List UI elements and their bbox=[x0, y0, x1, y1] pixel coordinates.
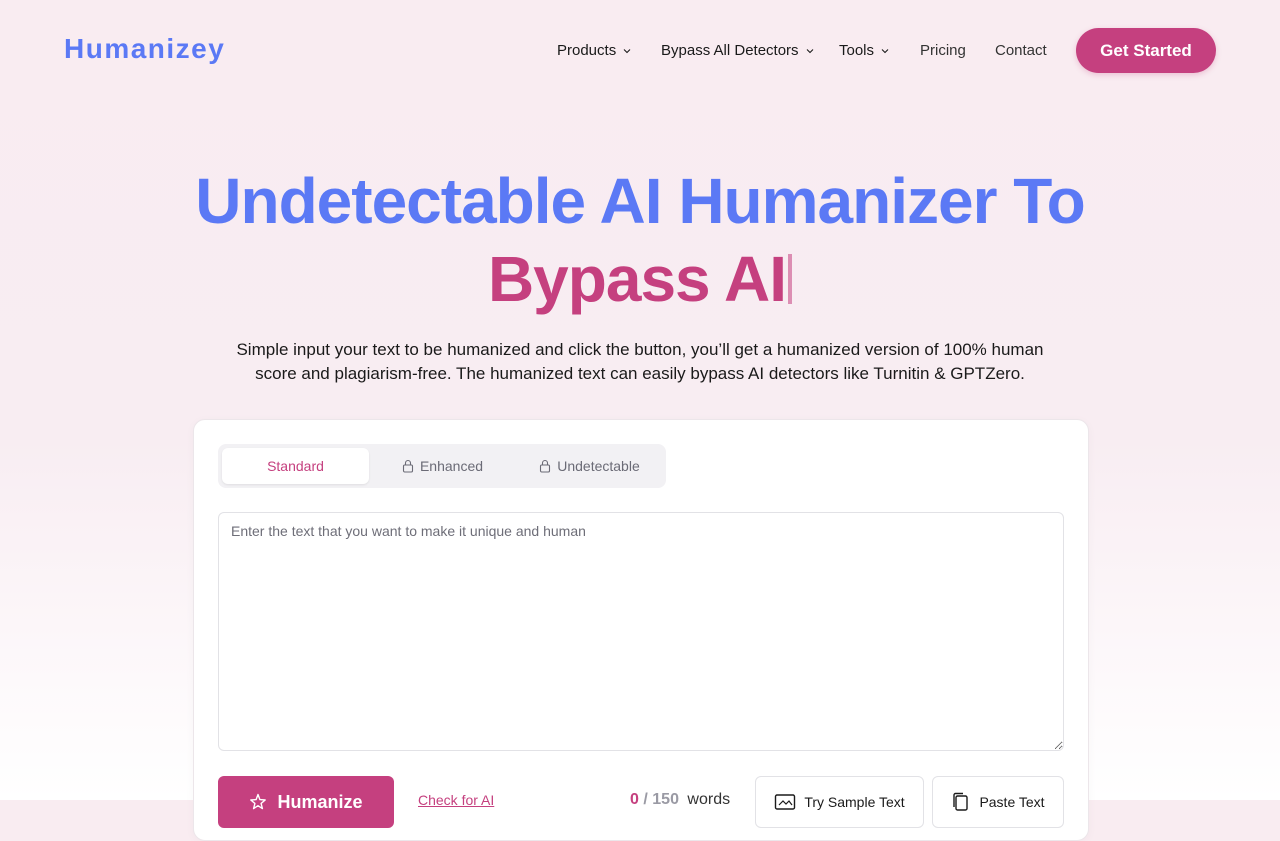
nav-item-bypass-all-detectors[interactable]: Bypass All Detectors bbox=[661, 42, 815, 59]
hero-title-line2: Bypass AI bbox=[0, 240, 1280, 318]
try-sample-text-button[interactable]: Try Sample Text bbox=[755, 776, 924, 828]
try-sample-text-label: Try Sample Text bbox=[804, 794, 905, 810]
typing-cursor bbox=[788, 254, 793, 304]
tab-label: Enhanced bbox=[419, 458, 484, 474]
nav-item-contact[interactable]: Contact bbox=[995, 42, 1047, 59]
chevron-down-icon bbox=[623, 48, 631, 53]
nav-item-products[interactable]: Products bbox=[557, 42, 632, 59]
tab-enhanced[interactable]: Enhanced bbox=[369, 448, 516, 484]
paste-text-button[interactable]: Paste Text bbox=[932, 776, 1064, 828]
chevron-down-icon bbox=[806, 48, 813, 53]
hero-title-line1: Undetectable AI Humanizer To bbox=[195, 165, 1085, 237]
hero-title: Undetectable AI Humanizer To Bypass AI bbox=[0, 162, 1280, 318]
nav-item-label: Contact bbox=[995, 42, 1047, 59]
lock-icon bbox=[402, 459, 414, 473]
hero-subtitle: Simple input your text to be humanized a… bbox=[236, 340, 1044, 383]
nav-item-label: Pricing bbox=[920, 42, 966, 59]
nav-item-label: Bypass All Detectors bbox=[661, 42, 799, 59]
get-started-button[interactable]: Get Started bbox=[1076, 28, 1216, 73]
tab-standard[interactable]: Standard bbox=[222, 448, 369, 484]
text-input[interactable] bbox=[218, 512, 1064, 751]
chevron-down-icon bbox=[881, 48, 889, 53]
nav-item-label: Products bbox=[557, 42, 617, 59]
humanize-button[interactable]: Humanize bbox=[218, 776, 394, 828]
lock-icon bbox=[540, 459, 551, 473]
nav-item-pricing[interactable]: Pricing bbox=[920, 42, 966, 59]
tab-label: Standard bbox=[267, 458, 324, 474]
tab-undetectable[interactable]: Undetectable bbox=[516, 448, 663, 484]
mode-tabs: Standard Enhanced Undetectable bbox=[218, 444, 666, 488]
humanize-button-label: Humanize bbox=[277, 791, 363, 812]
site-header: Humanizey Products Bypass All Detectors … bbox=[0, 0, 1280, 100]
nav-item-tools[interactable]: Tools bbox=[839, 42, 890, 59]
sparkle-icon bbox=[250, 793, 267, 810]
word-counter: 0 / 150 words bbox=[630, 791, 730, 809]
nav-item-label: Tools bbox=[839, 42, 875, 59]
paste-icon bbox=[953, 792, 969, 811]
hero-title-line2-text: Bypass AI bbox=[487, 243, 787, 315]
check-for-ai-link[interactable]: Check for AI bbox=[418, 792, 494, 808]
humanizer-card: Standard Enhanced Undetectable Humanize … bbox=[193, 419, 1089, 841]
tab-label: Undetectable bbox=[557, 458, 640, 474]
image-icon bbox=[775, 794, 796, 810]
paste-text-label: Paste Text bbox=[979, 794, 1045, 810]
